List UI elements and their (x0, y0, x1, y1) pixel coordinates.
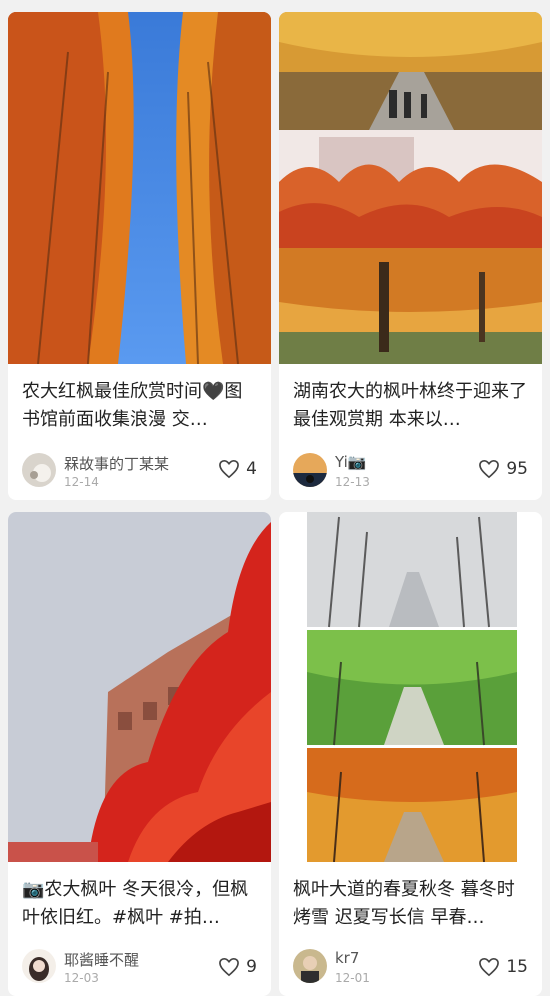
note-image[interactable] (279, 512, 542, 862)
like-button[interactable]: 4 (218, 459, 257, 479)
note-image[interactable] (8, 12, 271, 364)
like-button[interactable]: 95 (478, 459, 528, 479)
note-title[interactable]: 农大红枫最佳欣赏时间🖤图书馆前面收集浪漫 交… (22, 378, 257, 434)
note-card-2[interactable]: 湖南农大的枫叶林终于迎来了最佳观赏期 本来以… Yi📷 12-13 95 (279, 12, 542, 500)
note-card-3[interactable]: 📷农大枫叶 冬天很冷，但枫叶依旧红。#枫叶 #拍… 耶酱睡不醒 12-03 9 (8, 512, 271, 996)
author-name[interactable]: Yi📷 (335, 453, 366, 471)
author-name[interactable]: kr7 (335, 949, 359, 967)
post-date: 12-01 (335, 971, 370, 985)
heart-icon (219, 459, 240, 479)
note-title[interactable]: 枫叶大道的春夏秋冬 暮冬时烤雪 迟夏写长信 早春… (293, 876, 528, 932)
avatar[interactable] (22, 453, 56, 487)
like-count: 4 (246, 459, 257, 479)
like-button[interactable]: 15 (478, 957, 528, 977)
author-name[interactable]: 耶酱睡不醒 (64, 949, 139, 970)
note-title[interactable]: 📷农大枫叶 冬天很冷，但枫叶依旧红。#枫叶 #拍… (22, 876, 257, 932)
note-image[interactable] (8, 512, 271, 862)
author-name[interactable]: 槑故事的丁某某 (64, 453, 169, 474)
like-button[interactable]: 9 (218, 957, 257, 977)
heart-icon (479, 459, 500, 479)
like-count: 15 (506, 957, 528, 977)
post-date: 12-13 (335, 475, 370, 489)
post-date: 12-14 (64, 475, 99, 489)
note-image[interactable] (279, 12, 542, 364)
note-card-1[interactable]: 农大红枫最佳欣赏时间🖤图书馆前面收集浪漫 交… 槑故事的丁某某 12-14 4 (8, 12, 271, 500)
like-count: 95 (506, 459, 528, 479)
avatar[interactable] (293, 949, 327, 983)
avatar[interactable] (293, 453, 327, 487)
note-card-4[interactable]: 枫叶大道的春夏秋冬 暮冬时烤雪 迟夏写长信 早春… kr7 12-01 15 (279, 512, 542, 996)
like-count: 9 (246, 957, 257, 977)
post-date: 12-03 (64, 971, 99, 985)
heart-icon (219, 957, 240, 977)
note-title[interactable]: 湖南农大的枫叶林终于迎来了最佳观赏期 本来以… (293, 378, 528, 434)
avatar[interactable] (22, 949, 56, 983)
heart-icon (479, 957, 500, 977)
